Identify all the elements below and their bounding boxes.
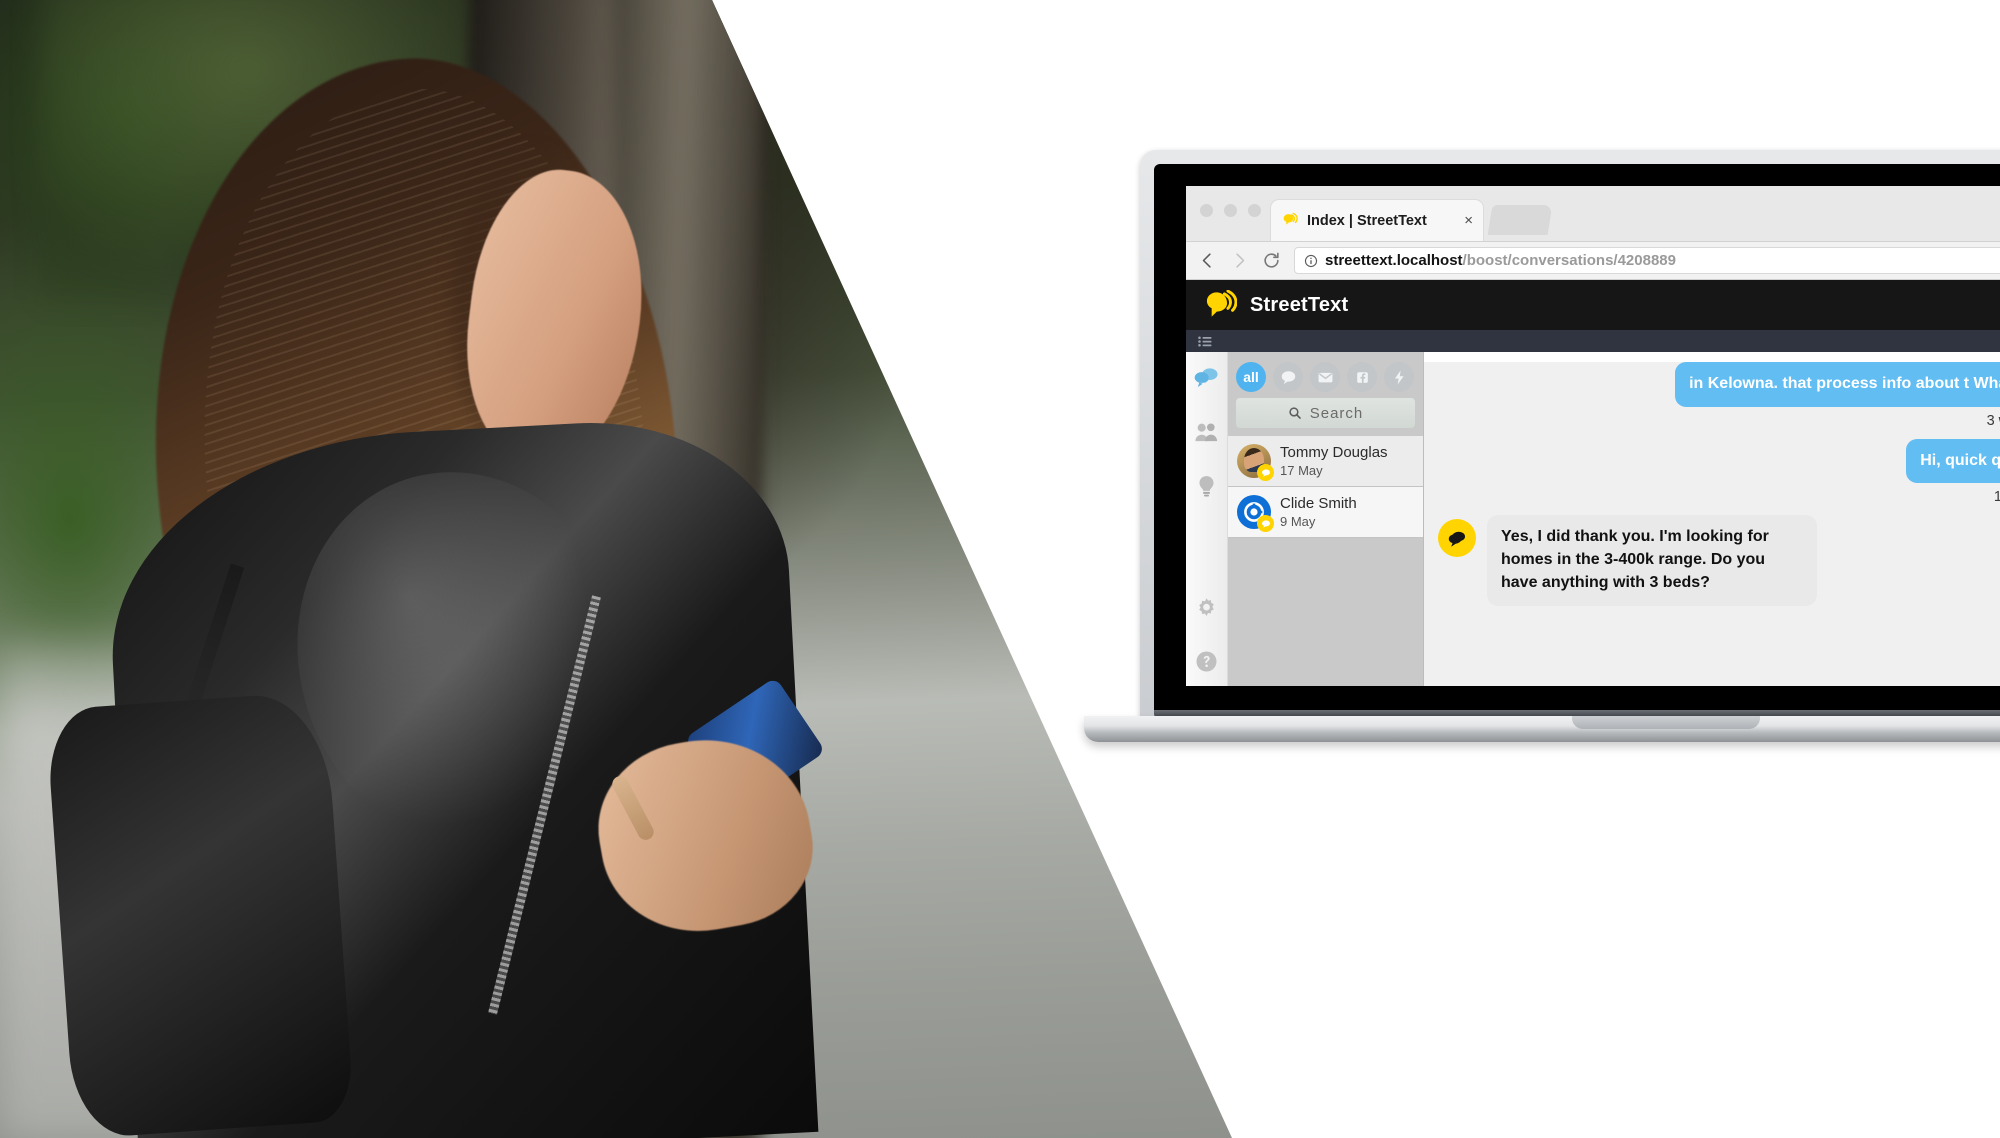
browser-tabstrip: Index | StreetText ×	[1186, 186, 2000, 242]
list-item[interactable]: Clide Smith 9 May	[1228, 487, 1423, 538]
envelope-icon	[1318, 372, 1332, 382]
gear-icon[interactable]	[1194, 595, 1219, 620]
arrow-left-icon[interactable]	[1198, 251, 1217, 270]
streettext-app: StreetText all Search Tommy Douglas 17 M…	[1186, 280, 2000, 686]
thread-top-spacer	[1424, 352, 2000, 362]
message-timestamp: 1 week ago	[1993, 489, 2000, 506]
app-header: StreetText	[1186, 280, 2000, 330]
hero-photo	[0, 0, 1232, 1138]
contact-name: Clide Smith	[1280, 495, 1357, 512]
facebook-icon	[1356, 371, 1368, 383]
arrow-right-icon[interactable]	[1230, 251, 1249, 270]
search-input[interactable]: Search	[1236, 398, 1415, 428]
contact-date: 17 May	[1280, 463, 1323, 478]
status-badge	[1257, 515, 1274, 532]
page-root: Index | StreetText × streettext.localhos…	[0, 0, 2000, 1138]
status-badge	[1257, 464, 1274, 481]
conversation-sidebar: all Search Tommy Douglas 17 May Clide Sm…	[1228, 352, 1424, 686]
filter-all-label: all	[1243, 369, 1259, 385]
url-host: streettext.localhost	[1325, 252, 1463, 269]
message-row: in Kelowna. that process info about t Wh…	[1438, 362, 2000, 407]
question-mark-icon[interactable]	[1194, 649, 1219, 674]
list-item-meta: Clide Smith 9 May	[1280, 495, 1357, 529]
avatar	[1237, 495, 1274, 532]
search-placeholder: Search	[1309, 404, 1364, 422]
message-row: Yes, I did thank you. I'm looking for ho…	[1438, 515, 2000, 606]
app-nav-rail	[1186, 352, 1228, 686]
chat-bubble-icon	[1281, 370, 1295, 384]
chat-bubble-icon	[1448, 531, 1465, 547]
lightning-bolt-icon	[1394, 370, 1404, 384]
browser-tab[interactable]: Index | StreetText ×	[1270, 199, 1484, 241]
streettext-logo-icon	[1283, 212, 1298, 225]
laptop-base-notch	[1572, 716, 1760, 729]
chat-bubble-icon	[1261, 519, 1270, 528]
close-window-button[interactable]	[1200, 204, 1213, 217]
message-thread: in Kelowna. that process info about t Wh…	[1424, 352, 2000, 686]
streettext-logo-icon	[1206, 290, 1237, 317]
message-timestamp: 3 weeks ago	[1986, 412, 2000, 429]
channel-filter-bar: all	[1228, 352, 1423, 398]
reload-icon[interactable]	[1262, 251, 1281, 270]
avatar	[1438, 519, 1476, 558]
conversation-list: Tommy Douglas 17 May Clide Smith 9 May	[1228, 436, 1423, 686]
message-bubble-outgoing: in Kelowna. that process info about t Wh…	[1675, 362, 2000, 407]
filter-automation[interactable]	[1384, 362, 1414, 392]
app-brand-name: StreetText	[1250, 293, 1349, 316]
app-body: all Search Tommy Douglas 17 May Clide Sm…	[1186, 352, 2000, 686]
info-circle-icon[interactable]	[1304, 254, 1318, 268]
chat-bubble-icon	[1261, 468, 1270, 477]
contact-name: Tommy Douglas	[1280, 444, 1388, 461]
list-item-meta: Tommy Douglas 17 May	[1280, 444, 1388, 478]
photo-backpack	[45, 690, 355, 1138]
browser-tab-title: Index | StreetText	[1307, 212, 1427, 229]
new-tab-button[interactable]	[1487, 205, 1553, 235]
filter-email[interactable]	[1310, 362, 1340, 392]
laptop-base	[1084, 716, 2000, 742]
message-bubble-incoming: Yes, I did thank you. I'm looking for ho…	[1487, 515, 1817, 606]
message-bubble-outgoing: Hi, quick qu sent?	[1906, 438, 2000, 484]
filter-all[interactable]: all	[1236, 362, 1266, 392]
window-controls[interactable]	[1200, 204, 1261, 217]
message-row: Hi, quick qu sent?	[1438, 438, 2000, 484]
list-item[interactable]: Tommy Douglas 17 May	[1228, 436, 1423, 487]
maximize-window-button[interactable]	[1248, 204, 1261, 217]
chat-bubbles-icon[interactable]	[1194, 366, 1219, 391]
avatar	[1237, 444, 1274, 481]
laptop-screen-content: Index | StreetText × streettext.localhos…	[1186, 186, 2000, 686]
app-subbar	[1186, 330, 2000, 352]
people-icon[interactable]	[1194, 420, 1219, 445]
filter-facebook[interactable]	[1347, 362, 1377, 392]
minimize-window-button[interactable]	[1224, 204, 1237, 217]
address-bar[interactable]: streettext.localhost/boost/conversations…	[1294, 247, 2000, 274]
lightbulb-icon[interactable]	[1194, 474, 1219, 499]
browser-toolbar: streettext.localhost/boost/conversations…	[1186, 242, 2000, 280]
list-menu-icon[interactable]	[1198, 335, 1213, 348]
close-tab-button[interactable]: ×	[1464, 212, 1473, 229]
magnifier-icon	[1289, 407, 1301, 419]
url-path: /boost/conversations/4208889	[1462, 252, 1676, 269]
address-bar-url: streettext.localhost/boost/conversations…	[1325, 252, 1676, 269]
contact-date: 9 May	[1280, 514, 1316, 529]
browser-window: Index | StreetText × streettext.localhos…	[1186, 186, 2000, 686]
filter-sms[interactable]	[1273, 362, 1303, 392]
